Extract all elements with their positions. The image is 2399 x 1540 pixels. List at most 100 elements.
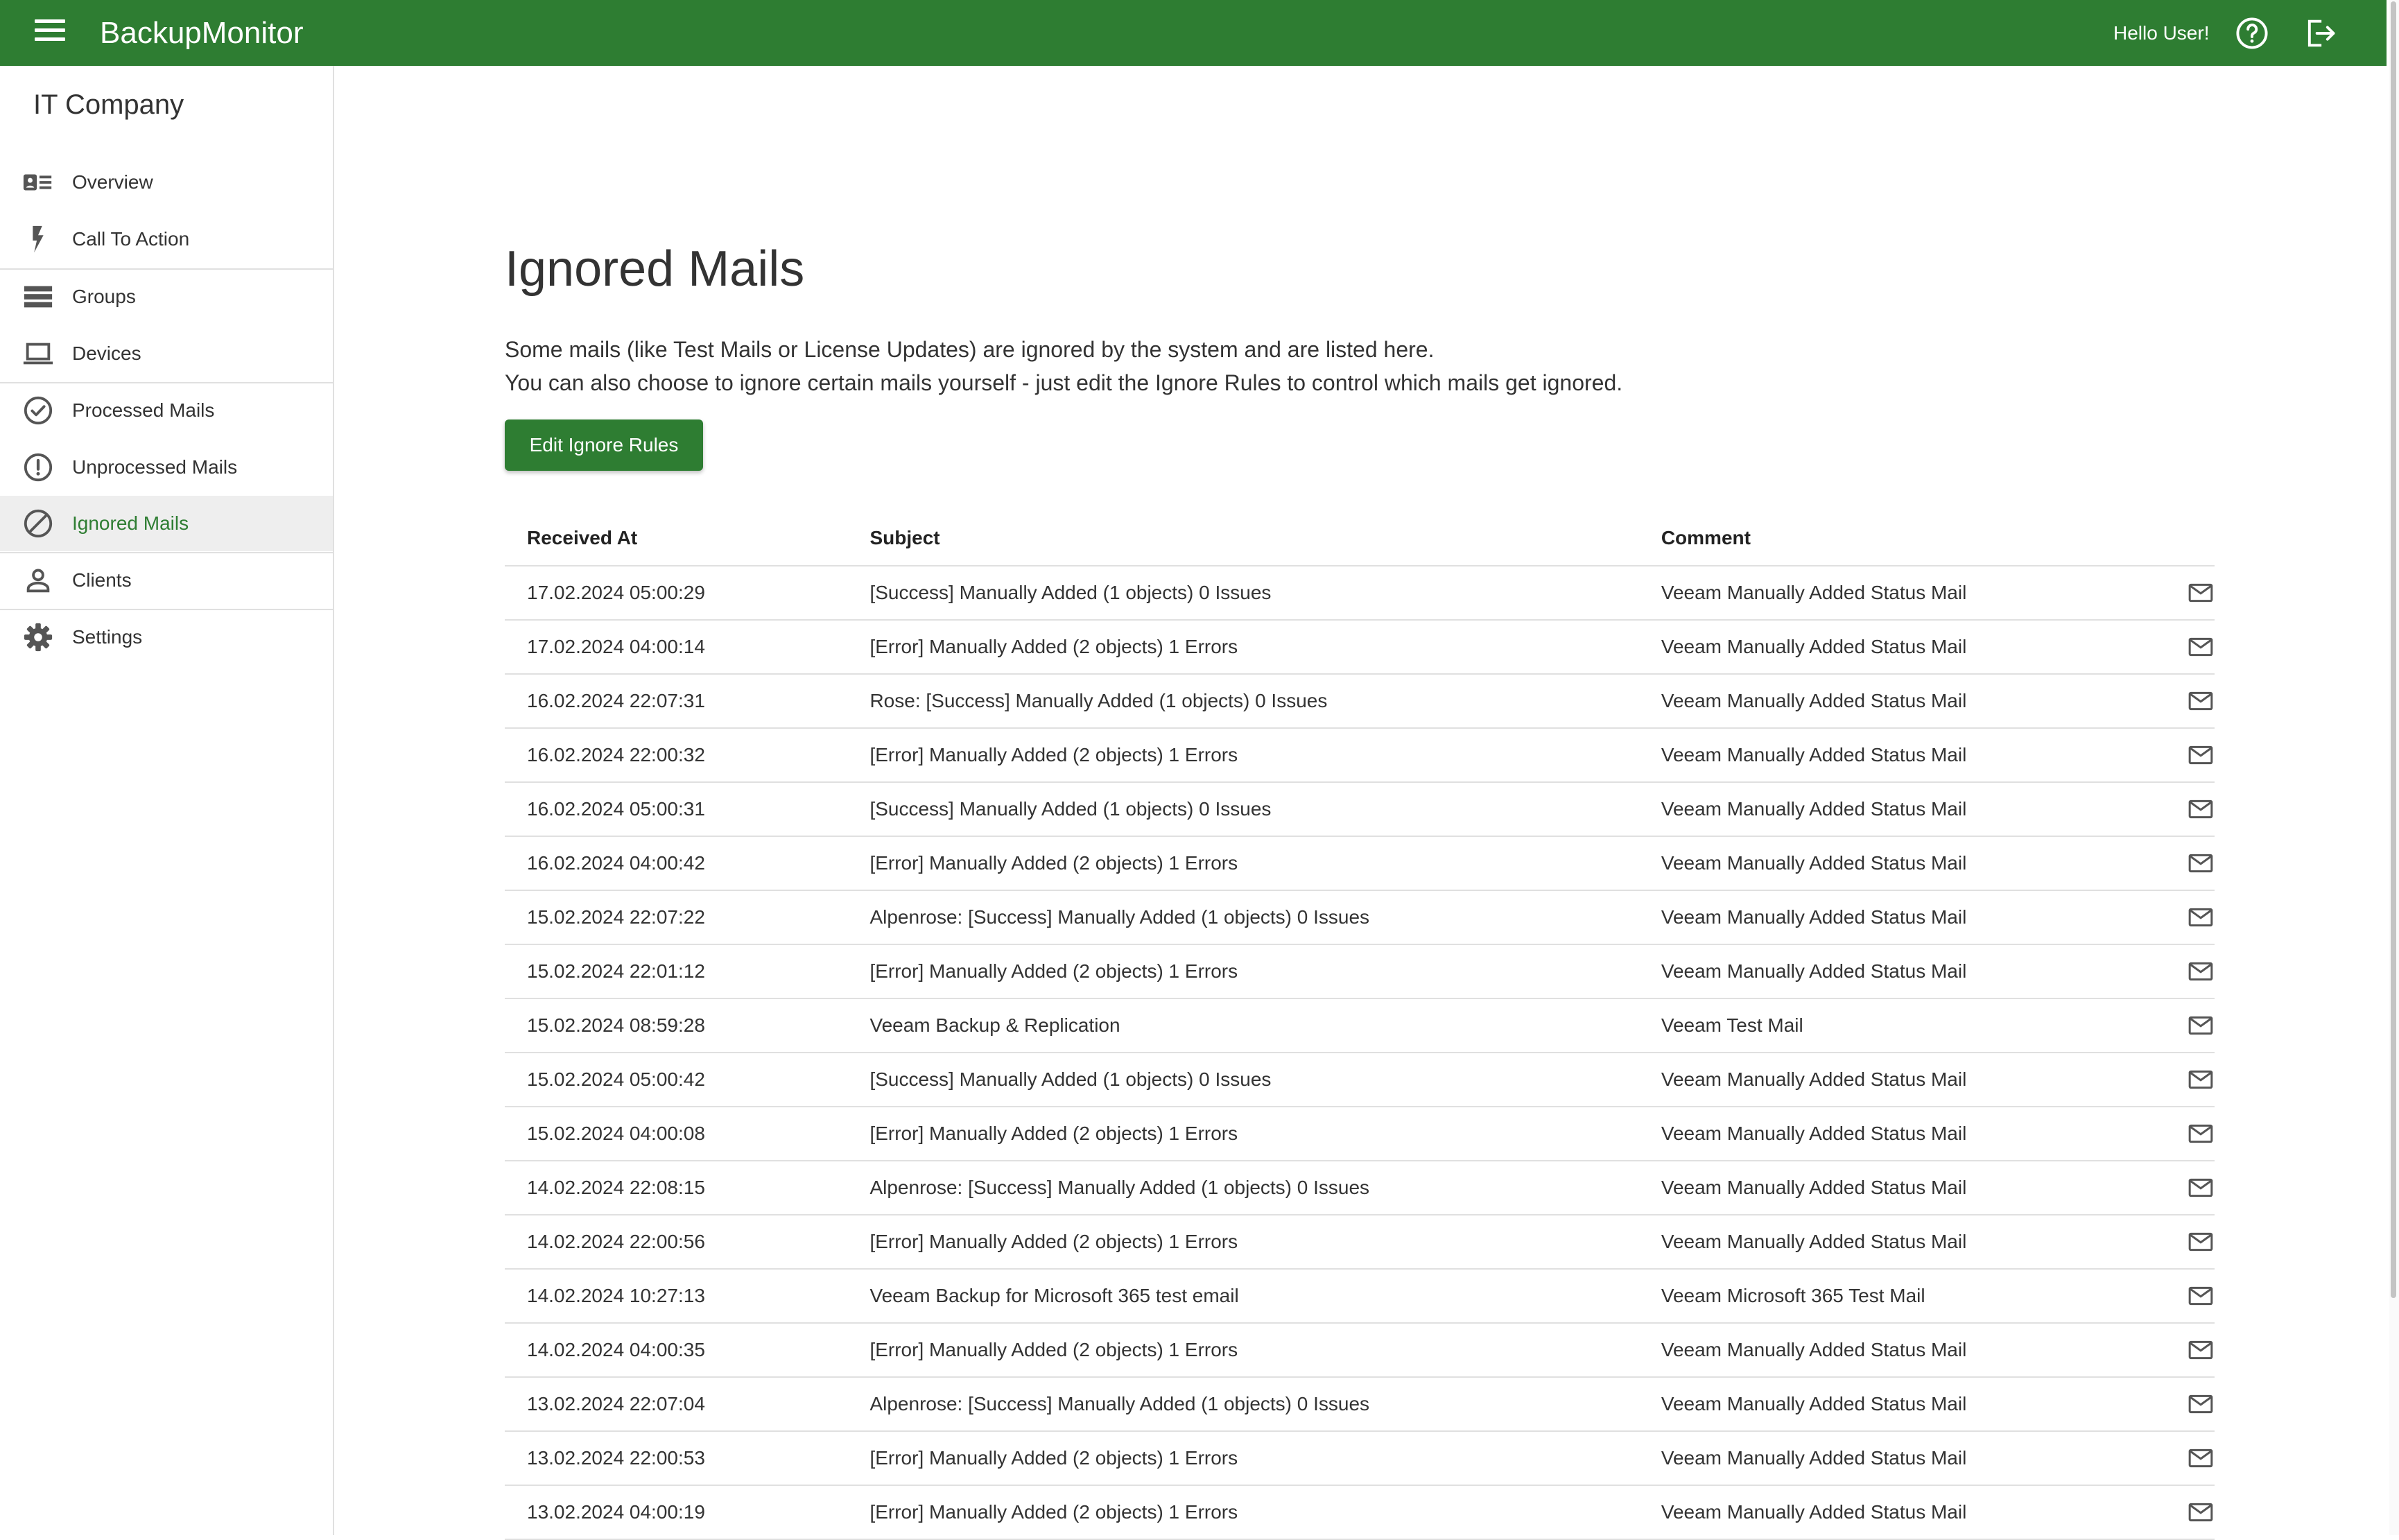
- cell-actions: [2165, 1323, 2215, 1378]
- cell-comment: Veeam Manually Added Status Mail: [1638, 620, 2165, 675]
- table-row[interactable]: 17.02.2024 05:00:29 [Success] Manually Ad…: [505, 566, 2215, 621]
- mail-icon[interactable]: [2187, 633, 2215, 661]
- description-line: You can also choose to ignore certain ma…: [505, 370, 1623, 395]
- table-row[interactable]: 14.02.2024 10:27:13 Veeam Backup for Micr…: [505, 1269, 2215, 1324]
- sidebar-item-unprocessed-mails[interactable]: Unprocessed Mails: [0, 440, 333, 495]
- table-row[interactable]: 17.02.2024 04:00:14 [Error] Manually Adde…: [505, 620, 2215, 675]
- table-row[interactable]: 13.02.2024 22:07:04 Alpenrose: [Success] …: [505, 1377, 2215, 1432]
- cell-comment: Veeam Manually Added Status Mail: [1638, 728, 2165, 783]
- table-row[interactable]: 13.02.2024 04:00:19 [Error] Manually Adde…: [505, 1485, 2215, 1540]
- mail-icon[interactable]: [2187, 903, 2215, 931]
- cell-subject: [Success] Manually Added (1 objects) 0 I…: [847, 566, 1639, 621]
- cell-received-at: 13.02.2024 04:00:19: [505, 1485, 848, 1540]
- cell-subject: [Error] Manually Added (2 objects) 1 Err…: [847, 728, 1639, 783]
- cell-subject: Veeam Backup & Replication: [847, 998, 1639, 1053]
- sidebar: IT Company Overview Call To Action Group…: [0, 66, 334, 1535]
- cell-subject: [Success] Manually Added (1 objects) 0 I…: [847, 1053, 1639, 1107]
- sidebar-item-call-to-action[interactable]: Call To Action: [0, 211, 333, 267]
- table-row[interactable]: 15.02.2024 04:00:08 [Error] Manually Adde…: [505, 1107, 2215, 1161]
- cell-received-at: 14.02.2024 04:00:35: [505, 1323, 848, 1378]
- sidebar-item-devices[interactable]: Devices: [0, 326, 333, 381]
- page-title: Ignored Mails: [505, 241, 805, 297]
- mail-icon[interactable]: [2187, 1120, 2215, 1148]
- table-row[interactable]: 16.02.2024 04:00:42 [Error] Manually Adde…: [505, 836, 2215, 891]
- logout-icon[interactable]: [2302, 15, 2338, 51]
- mail-icon[interactable]: [2187, 1228, 2215, 1256]
- cell-actions: [2165, 1377, 2215, 1432]
- cell-subject: [Error] Manually Added (2 objects) 1 Err…: [847, 944, 1639, 999]
- table-row[interactable]: 16.02.2024 05:00:31 [Success] Manually Ad…: [505, 782, 2215, 837]
- cell-received-at: 17.02.2024 04:00:14: [505, 620, 848, 675]
- mail-icon[interactable]: [2187, 687, 2215, 715]
- mail-icon[interactable]: [2187, 1012, 2215, 1039]
- cell-received-at: 15.02.2024 04:00:08: [505, 1107, 848, 1161]
- sidebar-item-ignored-mails[interactable]: Ignored Mails: [0, 496, 333, 551]
- cell-actions: [2165, 782, 2215, 837]
- cell-subject: [Success] Manually Added (1 objects) 0 I…: [847, 782, 1639, 837]
- table-row[interactable]: 13.02.2024 22:00:53 [Error] Manually Adde…: [505, 1431, 2215, 1486]
- cell-received-at: 15.02.2024 22:07:22: [505, 890, 848, 945]
- mail-icon[interactable]: [2187, 795, 2215, 823]
- mail-icon[interactable]: [2187, 741, 2215, 769]
- cell-comment: Veeam Manually Added Status Mail: [1638, 1053, 2165, 1107]
- cell-actions: [2165, 1431, 2215, 1486]
- mail-icon[interactable]: [2187, 1282, 2215, 1310]
- table-row[interactable]: 15.02.2024 08:59:28 Veeam Backup & Replic…: [505, 998, 2215, 1053]
- sidebar-item-label: Devices: [72, 343, 141, 364]
- menu-icon[interactable]: [35, 19, 65, 47]
- sidebar-item-label: Processed Mails: [72, 399, 215, 421]
- mail-icon[interactable]: [2187, 849, 2215, 877]
- scrollbar-thumb[interactable]: [2391, 1, 2396, 1298]
- app-title: BackupMonitor: [100, 16, 304, 50]
- mail-icon[interactable]: [2187, 1444, 2215, 1472]
- cell-comment: Veeam Test Mail: [1638, 998, 2165, 1053]
- cell-subject: [Error] Manually Added (2 objects) 1 Err…: [847, 1107, 1639, 1161]
- cell-subject: [Error] Manually Added (2 objects) 1 Err…: [847, 1485, 1639, 1540]
- cell-comment: Veeam Manually Added Status Mail: [1638, 944, 2165, 999]
- overview-card-icon: [23, 174, 52, 191]
- table-row[interactable]: 16.02.2024 22:07:31 Rose: [Success] Manua…: [505, 674, 2215, 729]
- sidebar-item-overview[interactable]: Overview: [0, 155, 333, 210]
- cell-comment: Veeam Manually Added Status Mail: [1638, 674, 2165, 729]
- mail-icon[interactable]: [2187, 958, 2215, 985]
- cell-comment: Veeam Manually Added Status Mail: [1638, 1485, 2165, 1540]
- edit-ignore-rules-button[interactable]: Edit Ignore Rules: [505, 419, 703, 471]
- cell-subject: [Error] Manually Added (2 objects) 1 Err…: [847, 1323, 1639, 1378]
- sidebar-item-clients[interactable]: Clients: [0, 553, 333, 608]
- cell-comment: Veeam Manually Added Status Mail: [1638, 1377, 2165, 1432]
- cell-comment: Veeam Microsoft 365 Test Mail: [1638, 1269, 2165, 1324]
- cell-actions: [2165, 890, 2215, 945]
- cell-actions: [2165, 1053, 2215, 1107]
- table-row[interactable]: 14.02.2024 22:08:15 Alpenrose: [Success] …: [505, 1161, 2215, 1215]
- column-header-comment[interactable]: Comment: [1638, 511, 2165, 566]
- mail-icon[interactable]: [2187, 1336, 2215, 1364]
- mail-icon[interactable]: [2187, 579, 2215, 607]
- mail-icon[interactable]: [2187, 1174, 2215, 1202]
- help-circle-icon[interactable]: [2234, 15, 2270, 51]
- cell-comment: Veeam Manually Added Status Mail: [1638, 1161, 2165, 1215]
- cell-actions: [2165, 1107, 2215, 1161]
- table-row[interactable]: 14.02.2024 22:00:56 [Error] Manually Adde…: [505, 1215, 2215, 1270]
- cell-received-at: 13.02.2024 22:00:53: [505, 1431, 848, 1486]
- sidebar-item-processed-mails[interactable]: Processed Mails: [0, 383, 333, 438]
- mail-icon[interactable]: [2187, 1066, 2215, 1093]
- cell-received-at: 16.02.2024 05:00:31: [505, 782, 848, 837]
- table-row[interactable]: 15.02.2024 05:00:42 [Success] Manually Ad…: [505, 1053, 2215, 1107]
- mail-icon[interactable]: [2187, 1390, 2215, 1418]
- cell-actions: [2165, 1269, 2215, 1324]
- table-row[interactable]: 15.02.2024 22:07:22 Alpenrose: [Success] …: [505, 890, 2215, 945]
- sidebar-item-groups[interactable]: Groups: [0, 269, 333, 325]
- table-row[interactable]: 16.02.2024 22:00:32 [Error] Manually Adde…: [505, 728, 2215, 783]
- column-header-subject[interactable]: Subject: [847, 511, 1639, 566]
- groups-list-icon: [24, 286, 53, 308]
- table-row[interactable]: 15.02.2024 22:01:12 [Error] Manually Adde…: [505, 944, 2215, 999]
- sidebar-item-settings[interactable]: Settings: [0, 609, 333, 665]
- cell-subject: [Error] Manually Added (2 objects) 1 Err…: [847, 836, 1639, 891]
- table-row[interactable]: 14.02.2024 04:00:35 [Error] Manually Adde…: [505, 1323, 2215, 1378]
- column-header-received-at[interactable]: Received At: [505, 511, 848, 566]
- cell-actions: [2165, 836, 2215, 891]
- mail-icon[interactable]: [2187, 1498, 2215, 1526]
- cell-actions: [2165, 620, 2215, 675]
- cell-comment: Veeam Manually Added Status Mail: [1638, 836, 2165, 891]
- check-circle-icon: [24, 396, 53, 425]
